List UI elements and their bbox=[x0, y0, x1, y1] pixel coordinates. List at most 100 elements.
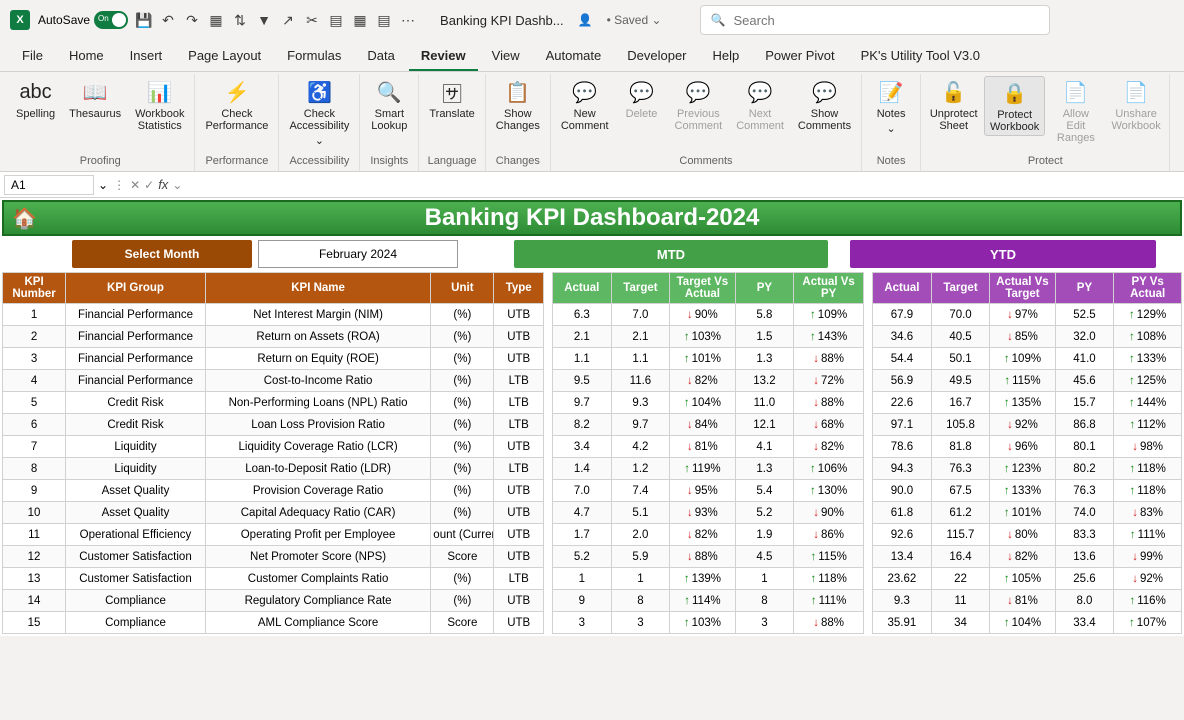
autosave-toggle[interactable]: AutoSave On bbox=[38, 11, 128, 29]
table-row[interactable]: 7LiquidityLiquidity Coverage Ratio (LCR)… bbox=[3, 436, 1182, 458]
th-ytd-actual[interactable]: Actual bbox=[873, 273, 932, 304]
th-ytd-target[interactable]: Target bbox=[931, 273, 990, 304]
th-mtd-tva[interactable]: Target VsActual bbox=[670, 273, 735, 304]
qat-calc-icon[interactable]: ▤ bbox=[376, 12, 392, 28]
arrow-down-icon: ↓ bbox=[687, 419, 693, 431]
table-row[interactable]: 11Operational EfficiencyOperating Profit… bbox=[3, 524, 1182, 546]
search-input[interactable] bbox=[733, 13, 1038, 28]
tab-formulas[interactable]: Formulas bbox=[275, 42, 353, 71]
tab-data[interactable]: Data bbox=[355, 42, 406, 71]
table-row[interactable]: 3Financial PerformanceReturn on Equity (… bbox=[3, 348, 1182, 370]
qat-filter-icon[interactable]: ▼ bbox=[256, 12, 272, 28]
smart-lookup-button[interactable]: 🔍SmartLookup bbox=[364, 76, 414, 134]
table-row[interactable]: 14ComplianceRegulatory Compliance Rate(%… bbox=[3, 590, 1182, 612]
tab-review[interactable]: Review bbox=[409, 42, 478, 71]
qat-sort-icon[interactable]: ⇅ bbox=[232, 12, 248, 28]
worksheet-area[interactable]: 🏠 Banking KPI Dashboard-2024 Select Mont… bbox=[0, 198, 1184, 636]
th-mtd-avp[interactable]: Actual VsPY bbox=[794, 273, 864, 304]
qat-table-icon[interactable]: ▤ bbox=[328, 12, 344, 28]
new-comment-button[interactable]: 💬NewComment bbox=[555, 76, 615, 134]
th-ytd-py[interactable]: PY bbox=[1055, 273, 1114, 304]
select-month-dropdown[interactable]: February 2024 bbox=[258, 240, 458, 268]
protect-workbook-button[interactable]: 🔒ProtectWorkbook bbox=[984, 76, 1045, 136]
tab-power-pivot[interactable]: Power Pivot bbox=[753, 42, 846, 71]
undo-icon[interactable]: ↶ bbox=[160, 12, 176, 28]
spelling-button[interactable]: abcSpelling bbox=[10, 76, 61, 122]
table-row[interactable]: 2Financial PerformanceReturn on Assets (… bbox=[3, 326, 1182, 348]
arrow-down-icon: ↓ bbox=[813, 375, 819, 387]
hide-ink-button[interactable]: ✒HideInk bbox=[1174, 76, 1184, 134]
tab-pk-s-utility-tool-v3-0[interactable]: PK's Utility Tool V3.0 bbox=[849, 42, 992, 71]
cancel-icon[interactable]: ✕ bbox=[130, 178, 140, 192]
tab-help[interactable]: Help bbox=[701, 42, 752, 71]
arrow-up-icon: ↑ bbox=[1004, 617, 1010, 629]
unshare-workbook-button[interactable]: 📄UnshareWorkbook bbox=[1107, 76, 1166, 134]
fx-icon[interactable]: fx bbox=[158, 177, 168, 192]
unprotect-sheet-button[interactable]: 🔓UnprotectSheet bbox=[925, 76, 982, 134]
tab-view[interactable]: View bbox=[480, 42, 532, 71]
show-changes-button[interactable]: 📋ShowChanges bbox=[490, 76, 546, 134]
check-accessibility-button[interactable]: ♿CheckAccessibility ⌄ bbox=[283, 76, 355, 149]
tab-insert[interactable]: Insert bbox=[118, 42, 175, 71]
delete-comment-button[interactable]: 💬Delete bbox=[617, 76, 667, 122]
table-row[interactable]: 15ComplianceAML Compliance ScoreScoreUTB… bbox=[3, 612, 1182, 634]
name-box[interactable]: A1 bbox=[4, 175, 94, 195]
arrow-up-icon: ↑ bbox=[684, 331, 690, 343]
search-box[interactable]: 🔍 bbox=[700, 5, 1050, 35]
user-icon[interactable]: 👤 bbox=[578, 13, 593, 27]
arrow-up-icon: ↑ bbox=[1129, 485, 1135, 497]
qat-share-icon[interactable]: ↗ bbox=[280, 12, 296, 28]
next-comment-button[interactable]: 💬NextComment bbox=[730, 76, 790, 134]
enter-icon[interactable]: ✓ bbox=[144, 178, 154, 192]
name-box-dropdown-icon[interactable]: ⌄ bbox=[98, 178, 108, 192]
allow-edit-ranges-button[interactable]: 📄Allow EditRanges bbox=[1047, 76, 1105, 146]
th-kpi-name[interactable]: KPI Name bbox=[205, 273, 430, 304]
th-kpi-group[interactable]: KPI Group bbox=[66, 273, 206, 304]
thesaurus-button[interactable]: 📖Thesaurus bbox=[63, 76, 127, 122]
th-unit[interactable]: Unit bbox=[431, 273, 494, 304]
tab-file[interactable]: File bbox=[10, 42, 55, 71]
qat-more-icon[interactable]: ⋯ bbox=[400, 12, 416, 28]
saved-status[interactable]: • Saved ⌄ bbox=[607, 13, 662, 27]
table-row[interactable]: 13Customer SatisfactionCustomer Complain… bbox=[3, 568, 1182, 590]
tab-home[interactable]: Home bbox=[57, 42, 116, 71]
th-mtd-actual[interactable]: Actual bbox=[553, 273, 612, 304]
toggle-switch-icon[interactable]: On bbox=[94, 11, 128, 29]
th-ytd-pva[interactable]: PY VsActual bbox=[1114, 273, 1182, 304]
previous-comment-button[interactable]: 💬PreviousComment bbox=[669, 76, 729, 134]
arrow-up-icon: ↑ bbox=[1130, 529, 1136, 541]
fx-dropdown-icon[interactable]: ⌄ bbox=[172, 178, 182, 192]
arrow-up-icon: ↑ bbox=[1129, 595, 1135, 607]
table-row[interactable]: 10Asset QualityCapital Adequacy Ratio (C… bbox=[3, 502, 1182, 524]
th-type[interactable]: Type bbox=[494, 273, 544, 304]
th-mtd-target[interactable]: Target bbox=[611, 273, 670, 304]
redo-icon[interactable]: ↷ bbox=[184, 12, 200, 28]
th-kpi-number[interactable]: KPINumber bbox=[3, 273, 66, 304]
table-row[interactable]: 1Financial PerformanceNet Interest Margi… bbox=[3, 304, 1182, 326]
notes-button[interactable]: 📝Notes ⌄ bbox=[866, 76, 916, 137]
tab-automate[interactable]: Automate bbox=[534, 42, 614, 71]
table-row[interactable]: 4Financial PerformanceCost-to-Income Rat… bbox=[3, 370, 1182, 392]
show-comments-button[interactable]: 💬ShowComments bbox=[792, 76, 857, 134]
translate-button[interactable]: 🈂Translate bbox=[423, 76, 480, 122]
allow-edit-icon: 📄 bbox=[1062, 78, 1090, 106]
home-icon[interactable]: 🏠 bbox=[12, 206, 37, 231]
table-row[interactable]: 6Credit RiskLoan Loss Provision Ratio(%)… bbox=[3, 414, 1182, 436]
check-performance-button[interactable]: ⚡CheckPerformance bbox=[199, 76, 274, 134]
table-row[interactable]: 12Customer SatisfactionNet Promoter Scor… bbox=[3, 546, 1182, 568]
qat-table2-icon[interactable]: ▦ bbox=[352, 12, 368, 28]
table-row[interactable]: 5Credit RiskNon-Performing Loans (NPL) R… bbox=[3, 392, 1182, 414]
tab-developer[interactable]: Developer bbox=[615, 42, 698, 71]
ribbon: abcSpelling 📖Thesaurus 📊WorkbookStatisti… bbox=[0, 72, 1184, 172]
excel-logo-icon: X bbox=[10, 10, 30, 30]
unshare-icon: 📄 bbox=[1122, 78, 1150, 106]
save-icon[interactable]: 💾 bbox=[136, 12, 152, 28]
table-row[interactable]: 9Asset QualityProvision Coverage Ratio(%… bbox=[3, 480, 1182, 502]
workbook-stats-button[interactable]: 📊WorkbookStatistics bbox=[129, 76, 190, 134]
tab-page-layout[interactable]: Page Layout bbox=[176, 42, 273, 71]
th-mtd-py[interactable]: PY bbox=[735, 273, 794, 304]
qat-borders-icon[interactable]: ▦ bbox=[208, 12, 224, 28]
th-ytd-avt[interactable]: Actual VsTarget bbox=[990, 273, 1055, 304]
table-row[interactable]: 8LiquidityLoan-to-Deposit Ratio (LDR)(%)… bbox=[3, 458, 1182, 480]
qat-cut-icon[interactable]: ✂ bbox=[304, 12, 320, 28]
